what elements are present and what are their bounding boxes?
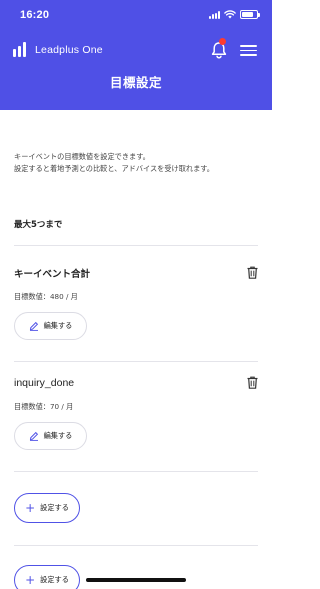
brand[interactable]: Leadplus One [13, 42, 103, 57]
goal-name: キーイベント合計 [14, 269, 91, 280]
add-goal-label: 設定する [40, 575, 69, 584]
app-name: Leadplus One [35, 43, 103, 56]
edit-goal-button[interactable]: 編集する [14, 422, 87, 450]
plus-icon: + [25, 573, 36, 587]
app-header: 16:20 Leadplus One 目標設定 [0, 0, 272, 110]
notification-dot [219, 38, 226, 45]
edit-goal-button[interactable]: 編集する [14, 312, 87, 340]
add-goal-label: 設定する [40, 503, 69, 512]
pencil-icon [29, 431, 38, 441]
home-indicator [86, 578, 186, 582]
edit-goal-label: 編集する [43, 321, 73, 330]
add-goal-button[interactable]: + 設定する [14, 565, 80, 589]
wifi-icon [224, 10, 236, 19]
goal-target: 目標数値：70 / 月 [14, 402, 74, 411]
add-goal-button[interactable]: + 設定する [14, 493, 80, 523]
trash-icon[interactable] [247, 266, 258, 279]
goal-target: 目標数値：480 / 月 [14, 292, 78, 301]
leadplus-logo-icon [13, 42, 28, 57]
hamburger-menu-icon[interactable] [240, 45, 257, 56]
divider [14, 545, 258, 546]
trash-icon[interactable] [247, 376, 258, 389]
status-time: 16:20 [20, 9, 50, 21]
cellular-signal-icon [209, 10, 220, 19]
divider [14, 471, 258, 472]
page-description: キーイベントの目標数値を設定できます。 設定すると着地予測との比較と、アドバイス… [14, 151, 264, 175]
edit-goal-label: 編集する [43, 431, 73, 440]
limit-note: 最大5つまで [14, 220, 63, 230]
page-title: 目標設定 [109, 75, 162, 90]
status-bar: 16:20 [0, 0, 272, 30]
plus-icon: + [25, 501, 36, 515]
divider [14, 361, 258, 362]
goal-name: inquiry_done [14, 377, 75, 389]
battery-icon [240, 10, 260, 19]
description-line-2: 設定すると着地予測との比較と、アドバイスを受け取れます。 [14, 164, 214, 173]
pencil-icon [29, 321, 38, 331]
status-icons [209, 10, 260, 19]
description-line-1: キーイベントの目標数値を設定できます。 [14, 152, 150, 161]
divider [14, 245, 258, 246]
